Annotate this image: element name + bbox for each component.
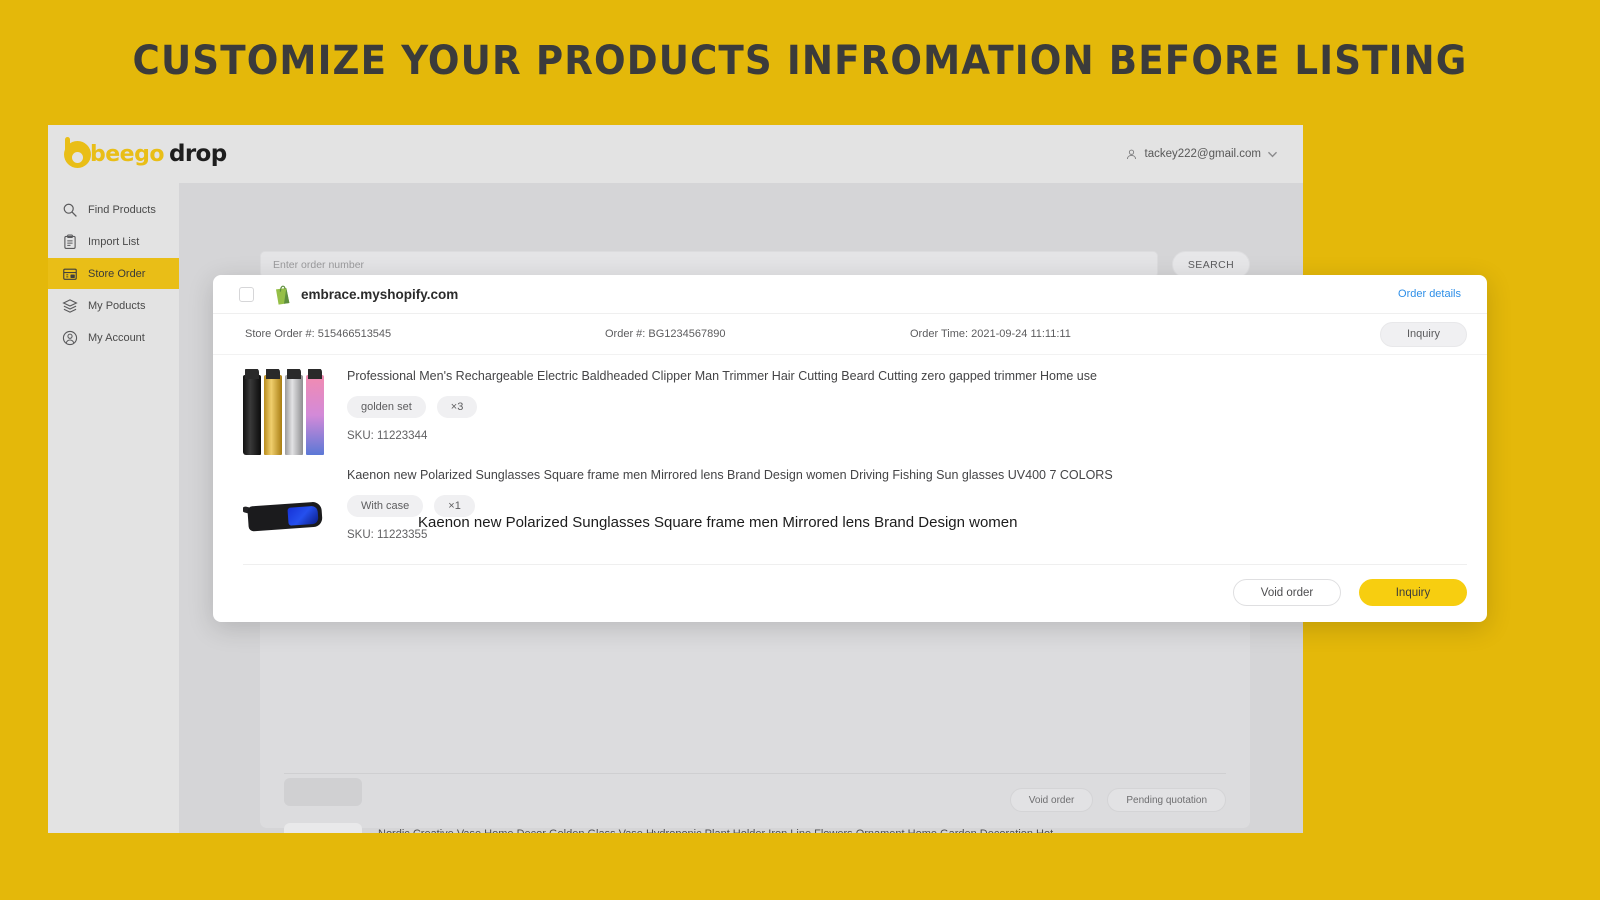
- brand-logo[interactable]: beego drop: [64, 136, 227, 172]
- order-time: Order Time: 2021-09-24 11:11:11: [910, 328, 1071, 340]
- sidebar-item-my-products[interactable]: My Poducts: [48, 290, 179, 321]
- sidebar-item-my-account[interactable]: My Account: [48, 322, 179, 353]
- search-bar: SEARCH: [260, 251, 1250, 278]
- nordic-vase-stand-icon: [284, 823, 362, 833]
- sidebar-item-import-list[interactable]: Import List: [48, 226, 179, 257]
- product-title: Kaenon new Polarized Sunglasses Square f…: [347, 468, 1113, 482]
- modal-footer: Void order Inquiry: [243, 564, 1467, 606]
- order-status-badge[interactable]: Inquiry: [1379, 321, 1467, 347]
- user-circle-icon: [62, 330, 78, 345]
- store-order-number: Store Order #: 515466513545: [245, 328, 392, 340]
- product-options: golden set ×3: [347, 395, 1097, 418]
- sidebar-item-label: Import List: [88, 235, 140, 248]
- order-detail-modal: embrace.myshopify.com Order details Stor…: [213, 275, 1487, 622]
- search-button[interactable]: SEARCH: [1172, 251, 1250, 278]
- brand-name-secondary: drop: [168, 141, 227, 167]
- table-row[interactable]: Kaenon new Polarized Sunglasses Square f…: [243, 468, 1461, 554]
- clipboard-list-icon: [64, 233, 76, 249]
- layers-stack-icon: [62, 298, 78, 313]
- modal-header: embrace.myshopify.com Order details: [213, 275, 1487, 314]
- page-title: Customize Your Products Infromation Befo…: [132, 38, 1468, 84]
- chevron-down-icon[interactable]: [1268, 151, 1277, 158]
- sidebar-item-label: Store Order: [88, 267, 146, 280]
- product-title: Professional Men's Rechargeable Electric…: [347, 369, 1097, 383]
- pending-quotation-button[interactable]: Pending quotation: [1107, 788, 1226, 812]
- sidebar-item-label: Find Products: [88, 203, 156, 216]
- store-name: embrace.myshopify.com: [301, 286, 459, 302]
- quantity-chip: ×3: [436, 395, 478, 418]
- search-input[interactable]: [260, 251, 1158, 278]
- brand-name-primary: beego: [90, 141, 164, 167]
- search-icon: [63, 203, 77, 217]
- sidebar-item-label: My Poducts: [88, 299, 146, 312]
- list-item[interactable]: Nordic Creative Vase Home Decor Golden G…: [284, 823, 1062, 833]
- table-row[interactable]: Professional Men's Rechargeable Electric…: [243, 369, 1461, 455]
- shopify-bag-icon: [276, 285, 290, 305]
- product-thumbnail: [243, 369, 329, 455]
- order-card-footer: Void order Pending quotation: [284, 773, 1226, 812]
- variant-chip: With case: [347, 494, 424, 517]
- product-sku: SKU: 11223344: [347, 429, 428, 442]
- variant-chip: golden set: [347, 395, 426, 418]
- product-thumbnail: [243, 468, 329, 554]
- sidebar-item-find-products[interactable]: Find Products: [48, 194, 179, 225]
- modal-order-meta: Store Order #: 515466513545 Order #: BG1…: [213, 314, 1487, 355]
- overlay-annotation-text: Kaenon new Polarized Sunglasses Square f…: [418, 514, 1018, 531]
- sidebar-item-label: My Account: [88, 331, 145, 344]
- order-details-link[interactable]: Order details: [1398, 288, 1461, 300]
- void-order-button[interactable]: Void order: [1233, 579, 1341, 606]
- person-icon: [1126, 149, 1136, 159]
- sidebar: Find Products Import List Store Order My…: [48, 183, 179, 833]
- sidebar-item-store-order[interactable]: Store Order: [48, 258, 179, 289]
- select-order-checkbox[interactable]: [239, 286, 254, 302]
- account-menu[interactable]: tackey222@gmail.com: [1125, 125, 1277, 183]
- store-register-icon: [63, 268, 77, 280]
- order-number: Order #: BG1234567890: [605, 328, 726, 340]
- beego-logo-mark-icon: [64, 136, 91, 168]
- void-order-button[interactable]: Void order: [1009, 788, 1094, 812]
- inquiry-button[interactable]: Inquiry: [1359, 579, 1467, 606]
- product-thumbnail: [284, 823, 362, 833]
- black-blue-mirrored-sunglasses-icon: [243, 468, 329, 554]
- hair-trimmer-four-colors-icon: [243, 369, 329, 455]
- account-email: tackey222@gmail.com: [1144, 148, 1262, 160]
- app-topbar: beego drop tackey222@gmail.com: [48, 125, 1303, 183]
- product-title: Nordic Creative Vase Home Decor Golden G…: [378, 827, 1062, 833]
